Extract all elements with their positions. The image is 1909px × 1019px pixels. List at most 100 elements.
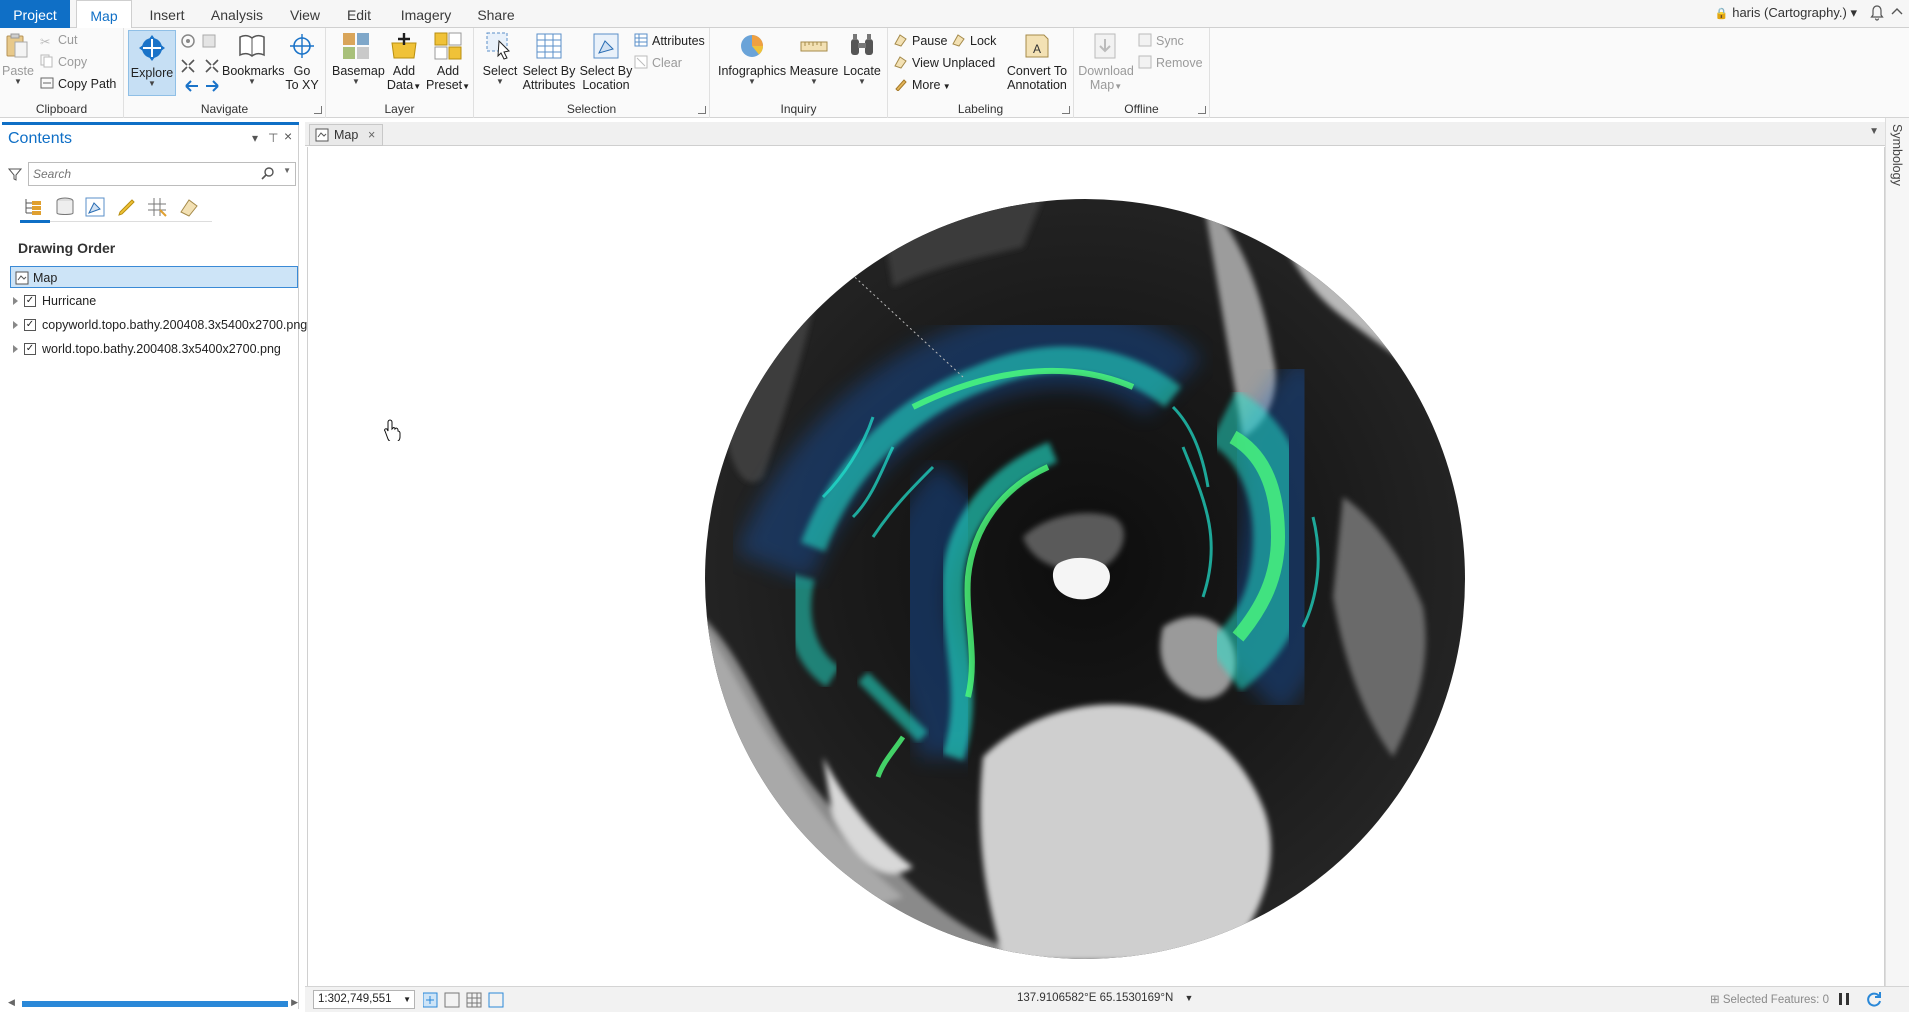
navigate-group: Explore ▼ Bookmarks ▼ Go To XY Navigate [124, 28, 326, 118]
layer-visibility-checkbox[interactable]: ✓ [24, 343, 36, 355]
tab-imagery[interactable]: Imagery [394, 0, 458, 28]
locate-label: Locate [843, 64, 881, 78]
layer-row-copyworld[interactable]: ✓ copyworld.topo.bathy.200408.3x5400x270… [10, 314, 307, 336]
convert-to-annotation-button[interactable]: A Convert To Annotation [1002, 31, 1072, 92]
more-labeling-button[interactable]: More ▼ [894, 75, 951, 95]
download-map-button[interactable]: Download Map▼ [1078, 31, 1134, 94]
filter-icon[interactable] [7, 167, 23, 184]
selection-launcher-icon[interactable] [698, 106, 706, 114]
paste-button[interactable]: Paste ▼ [2, 31, 34, 86]
pause-labeling-button[interactable]: Pause [894, 31, 947, 51]
search-options-chevron-icon[interactable]: ▼ [283, 166, 291, 175]
download-map-label-line1: Download [1078, 64, 1134, 78]
layer-group-label: Layer [384, 102, 415, 116]
layer-row-hurricane[interactable]: ✓ Hurricane [10, 290, 298, 312]
more-icon [894, 77, 908, 92]
map-view-tab[interactable]: Map × [309, 124, 383, 146]
clear-button[interactable]: Clear [634, 53, 682, 73]
expand-arrow-icon[interactable] [13, 345, 18, 353]
scroll-right-icon[interactable]: ▶ [291, 997, 298, 1008]
pause-drawing-icon[interactable] [1837, 991, 1851, 1010]
remove-button[interactable]: Remove [1138, 53, 1203, 73]
view-options-chevron-icon[interactable]: ▼ [1869, 126, 1879, 137]
contents-header: Contents ▾ ⊤ × [2, 122, 299, 150]
layer-row-map[interactable]: Map [10, 266, 298, 288]
select-by-attributes-button[interactable]: Select By Attributes [520, 31, 578, 92]
view-unplaced-icon [894, 55, 908, 69]
locate-button[interactable]: Locate ▼ [840, 31, 884, 86]
tab-analysis[interactable]: Analysis [204, 0, 270, 28]
list-by-selection-icon[interactable] [84, 196, 106, 218]
copy-button[interactable]: Copy [40, 52, 87, 72]
coordinate-format-chevron-icon[interactable]: ▼ [1184, 993, 1193, 1003]
labeling-launcher-icon[interactable] [1062, 106, 1070, 114]
measure-button[interactable]: Measure ▼ [788, 31, 840, 86]
add-data-label-line2: Data [386, 78, 414, 92]
pane-options-icon[interactable]: ▾ [252, 131, 258, 145]
view-unplaced-button[interactable]: View Unplaced [894, 53, 995, 73]
tab-map[interactable]: Map [76, 0, 132, 29]
layer-row-world[interactable]: ✓ world.topo.bathy.200408.3x5400x2700.pn… [10, 338, 298, 360]
chevron-down-icon: ▼ [496, 77, 504, 86]
sync-button[interactable]: Sync [1138, 31, 1184, 51]
contents-horizontal-scrollbar[interactable]: ◀ ▶ [8, 997, 298, 1008]
tab-project[interactable]: Project [0, 0, 70, 28]
explore-button[interactable]: Explore ▼ [128, 30, 176, 96]
tab-view[interactable]: View [282, 0, 328, 28]
collapse-ribbon-icon[interactable] [1889, 5, 1905, 21]
expand-arrow-icon[interactable] [13, 321, 18, 329]
selection-group-label: Selection [566, 102, 617, 116]
tab-share[interactable]: Share [470, 0, 522, 28]
cut-icon: ✂ [40, 35, 51, 49]
tab-edit[interactable]: Edit [337, 0, 381, 28]
map-scale-selector[interactable]: 1:302,749,551 ▼ [313, 990, 415, 1009]
selected-features-indicator[interactable]: ⊞ Selected Features: 0 [1710, 992, 1829, 1006]
symbology-pane-tab[interactable]: Symbology [1890, 124, 1904, 186]
select-button[interactable]: Select ▼ [480, 31, 520, 86]
scroll-left-icon[interactable]: ◀ [8, 997, 15, 1008]
layer-visibility-checkbox[interactable]: ✓ [24, 319, 36, 331]
arcgis-pro-window: Project Map Insert Analysis View Edit Im… [0, 0, 1909, 1019]
basemap-button[interactable]: Basemap ▼ [332, 31, 385, 86]
layer-group: Basemap ▼ Add Data▼ Add Preset▼ Layer [326, 28, 474, 118]
bell-icon[interactable] [1869, 5, 1885, 21]
close-icon[interactable]: × [284, 128, 292, 144]
contents-search-input[interactable] [33, 166, 253, 182]
tab-insert[interactable]: Insert [140, 0, 194, 28]
list-by-data-source-icon[interactable] [54, 196, 76, 218]
navigate-launcher-icon[interactable] [314, 106, 322, 114]
lock-icon [952, 33, 966, 47]
pin-icon[interactable]: ⊤ [268, 131, 278, 145]
layer-visibility-checkbox[interactable]: ✓ [24, 295, 36, 307]
list-by-labeling-icon[interactable] [178, 196, 200, 218]
select-by-location-button[interactable]: Select By Location [578, 31, 634, 92]
infographics-button[interactable]: Infographics ▼ [718, 31, 786, 86]
copy-path-button[interactable]: Copy Path [40, 74, 116, 94]
refresh-icon[interactable] [1865, 990, 1883, 1011]
attributes-icon [634, 33, 648, 47]
chevron-down-icon: ▼ [810, 77, 818, 86]
polar-globe-map[interactable] [703, 197, 1467, 961]
expand-arrow-icon[interactable] [13, 297, 18, 305]
list-by-snapping-icon[interactable] [146, 196, 168, 218]
list-by-drawing-order-icon[interactable] [22, 196, 44, 218]
locate-icon [851, 34, 873, 55]
scrollbar-thumb[interactable] [22, 1001, 288, 1007]
go-to-xy-button[interactable]: Go To XY [282, 31, 322, 92]
close-icon[interactable]: × [368, 125, 375, 145]
bookmarks-button[interactable]: Bookmarks ▼ [222, 31, 285, 86]
lock-labels-button[interactable]: Lock [952, 31, 996, 51]
attributes-button[interactable]: Attributes [634, 31, 705, 51]
download-map-label-line2: Map [1089, 78, 1115, 92]
chevron-down-icon: ▼ [248, 77, 256, 86]
add-preset-button[interactable]: Add Preset▼ [426, 31, 470, 94]
user-account-menu[interactable]: 🔒 haris (Cartography.) ▾ [1715, 0, 1857, 28]
add-data-button[interactable]: Add Data▼ [384, 31, 424, 94]
list-by-editing-icon[interactable] [116, 196, 138, 218]
offline-launcher-icon[interactable] [1198, 106, 1206, 114]
search-icon[interactable] [261, 166, 275, 183]
coordinates-value: 137.9106582°E 65.1530169°N [1017, 992, 1174, 1004]
copy-path-label: Copy Path [58, 77, 117, 91]
cut-button[interactable]: ✂ Cut [40, 30, 77, 50]
navigate-tool-icons[interactable] [178, 32, 228, 94]
